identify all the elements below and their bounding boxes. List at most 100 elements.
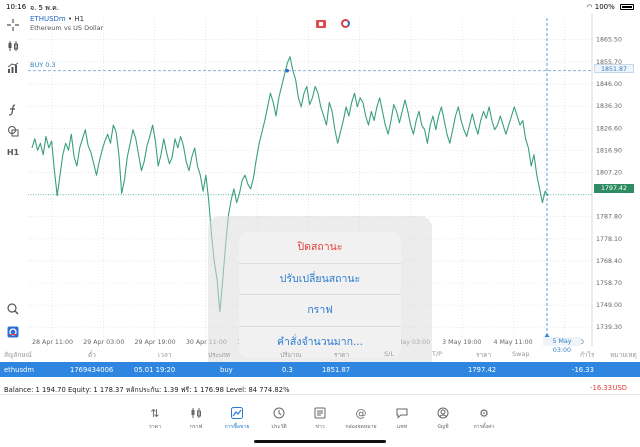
chart-toolbar: H1 [0,14,26,346]
y-tick-label: 1826.60 [596,125,622,132]
y-tick-label: 1787.80 [596,214,622,221]
tab-history[interactable]: ประวัติ [262,407,296,431]
total-profit: -16.33 [590,384,612,392]
base-currency-flag-icon [316,20,326,28]
header-volume: ปริมาณ [280,351,302,359]
tab-trade[interactable]: การซื้อขาย [220,407,254,431]
tab-label: การตั้งค่า [473,424,495,430]
history-icon [262,407,296,421]
shapes-icon[interactable] [5,123,21,139]
tab-label: การซื้อขาย [224,424,250,430]
y-tick-label: 1807.20 [596,169,622,176]
tab-settings[interactable]: ⚙ การตั้งค่า [467,407,501,431]
modify-position-item[interactable]: ปรับเปลี่ยนสถานะ [239,264,401,295]
cell-time: 05.01 19:20 [134,366,176,374]
y-tick-label: 1739.30 [596,324,622,331]
chart-symbol: ETHUSDm • H1 [30,15,84,23]
battery-icon [620,4,634,10]
x-tick-label: 29 Apr 03:00 [83,339,124,346]
balance-summary: Balance: 1 194.70 Equity: 1 178.37 หลักป… [4,386,290,394]
tab-label: กราฟ [189,424,203,430]
y-tick-label: 1768.40 [596,258,622,265]
chart-item[interactable]: กราฟ [239,295,401,327]
symbol-timeframe: H1 [74,15,85,23]
tab-mailbox[interactable]: @ กล่องจดหมาย [344,407,378,431]
buy-price-marker: 1851.87 [594,64,634,73]
indicators-icon[interactable] [5,60,21,76]
search-icon[interactable] [5,301,21,317]
candles-icon[interactable] [5,38,21,54]
cell-volume: 0.3 [282,366,293,374]
symbol-description: Ethereum vs US Dollar [30,24,104,32]
cell-current-price: 1797.42 [468,366,497,374]
tab-news[interactable]: ข่าว [303,407,337,431]
x-tick-label: 29 Apr 19:00 [135,339,176,346]
tab-label: ข่าว [315,424,325,430]
header-type: ประเภท [208,351,230,359]
candles-icon [179,407,213,421]
tab-chart[interactable]: กราฟ [179,407,213,431]
battery-text: 100% [594,3,615,11]
tab-quotes[interactable]: ⇅ ราคา [138,407,172,431]
tab-chat[interactable]: แชท [385,407,419,431]
positions-header: สัญลักษณ์ ตั๋ว เวลา ประเภท ปริมาณ ราคา S… [0,347,640,361]
header-ticket: ตั๋ว [88,351,96,359]
tab-label: ราคา [148,424,162,430]
header-open-price: ราคา [334,351,350,359]
y-tick-label: 1865.50 [596,37,622,44]
mt-logo-icon[interactable] [5,324,21,340]
header-comment: หมายเหตุ [610,351,637,359]
cell-ticket: 1769434006 [70,366,114,374]
timeframe-icon[interactable]: H1 [5,144,21,160]
cell-type: buy [220,366,233,374]
home-indicator[interactable] [254,440,386,443]
status-date: จ. 5 พ.ค. [30,4,59,12]
trade-chart-icon [220,407,254,421]
chat-icon [385,407,419,421]
crosshair-icon[interactable] [5,17,21,33]
tab-label: ประวัติ [271,424,287,430]
header-sl: S/L [384,350,394,358]
symbol-name: ETHUSDm [30,15,66,23]
cell-open-price: 1851.87 [322,366,351,374]
status-bar: 10:16 จ. 5 พ.ค. ◠ 100% [0,0,640,14]
account-currency: USD [612,384,627,392]
function-icon[interactable] [5,102,21,118]
gear-icon: ⚙ [479,407,489,420]
tab-label: บัญชี [437,424,449,430]
entry-point-marker [285,68,289,73]
news-icon [303,407,337,421]
bottom-tab-bar: ⇅ ราคา กราฟ การซื้อขาย ประวัติ ข่าว @ กล… [0,400,640,438]
header-time: เวลา [158,351,172,359]
wifi-icon: ◠ [586,3,593,11]
header-tp: T/P [432,350,443,358]
y-tick-label: 1749.00 [596,302,622,309]
cell-profit: -16.33 [572,366,594,374]
x-tick-label: 3 May 19:00 [442,339,481,346]
x-tick-label: 4 May 11:00 [493,339,532,346]
at-icon: @ [355,407,367,420]
close-position-item[interactable]: ปิดสถานะ [239,232,401,264]
cell-symbol: ethusdm [4,366,34,374]
y-tick-label: 1836.30 [596,103,622,110]
status-time: 10:16 [6,3,27,11]
header-profit: กำไร [580,351,595,359]
header-symbol: สัญลักษณ์ [4,351,32,359]
position-context-menu: ปิดสถานะ ปรับเปลี่ยนสถานะ กราฟ คำสั่งจำน… [239,232,401,358]
status-right: ◠ 100% [586,3,634,11]
crosshair-time-marker: 5 May 03:00 [543,337,581,354]
balance-bar: Balance: 1 194.70 Equity: 1 178.37 หลักป… [0,380,640,395]
quote-currency-flag-icon [341,19,350,28]
y-tick-label: 1816.90 [596,147,622,154]
tab-label: กล่องจดหมาย [345,424,377,430]
y-tick-label: 1758.70 [596,280,622,287]
header-price: ราคา [476,351,492,359]
position-row[interactable]: ethusdm 1769434006 05.01 19:20 buy 0.3 1… [0,362,640,377]
account-icon [426,407,460,421]
y-tick-label: 1846.00 [596,81,622,88]
buy-position-label[interactable]: BUY 0.3 [30,61,56,69]
header-swap: Swap [512,350,530,358]
arrows-updown-icon: ⇅ [150,407,160,420]
tab-account[interactable]: บัญชี [426,407,460,431]
x-tick-label: 28 Apr 11:00 [32,339,73,346]
